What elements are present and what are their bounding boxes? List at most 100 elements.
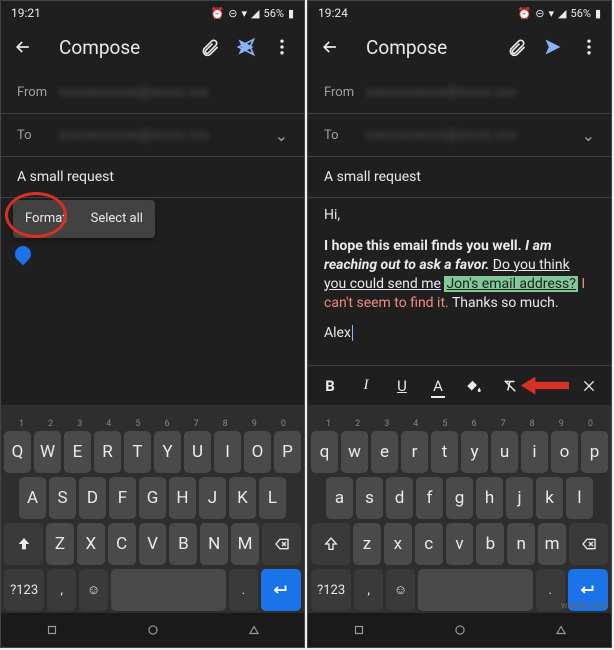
key-backspace[interactable] [569,523,608,565]
key-w[interactable]: w [341,431,368,473]
key-space[interactable] [418,569,533,611]
key-z[interactable]: z [353,523,381,565]
key-u[interactable]: u [491,431,518,473]
format-bold-button[interactable]: B [312,368,348,404]
key-r[interactable]: r [401,431,428,473]
key-x[interactable]: x [384,523,412,565]
key-n[interactable]: N [200,523,228,565]
key-y[interactable]: y [461,431,488,473]
send-icon[interactable] [228,29,264,65]
key-emoji[interactable]: ☺ [79,569,108,611]
key-o[interactable]: o [551,431,578,473]
more-icon[interactable] [264,29,300,65]
key-r[interactable]: R [94,431,121,473]
key-f[interactable]: F [109,477,136,519]
key-j[interactable]: j [506,477,533,519]
key-k[interactable]: K [229,477,256,519]
key-a[interactable]: A [19,477,46,519]
key-l[interactable]: l [566,477,593,519]
key-h[interactable]: H [169,477,196,519]
key-p[interactable]: p [581,431,608,473]
key-d[interactable]: d [386,477,413,519]
key-backspace[interactable] [262,523,301,565]
key-comma[interactable]: , [354,569,383,611]
ctx-format[interactable]: Format [13,200,79,238]
key-emoji[interactable]: ☺ [386,569,415,611]
key-q[interactable]: Q [4,431,31,473]
key-o[interactable]: O [244,431,271,473]
subject-field[interactable]: A small request [308,157,611,197]
key-comma[interactable]: , [47,569,76,611]
key-v[interactable]: V [139,523,167,565]
key-space[interactable] [111,569,226,611]
key-symbols[interactable]: ?123 [4,569,44,611]
nav-recent-icon[interactable] [551,620,571,640]
format-fill-color-button[interactable] [456,368,492,404]
more-icon[interactable] [571,29,607,65]
body-field[interactable]: Hi, I hope this email finds you well. I … [308,198,611,365]
key-enter[interactable] [261,569,301,611]
nav-home-icon[interactable] [450,620,470,640]
key-q[interactable]: q [311,431,338,473]
key-s[interactable]: s [356,477,383,519]
key-symbols[interactable]: ?123 [311,569,351,611]
app-bar: Compose [308,23,611,71]
back-icon[interactable] [5,29,41,65]
format-text-color-button[interactable]: A [420,368,456,404]
key-l[interactable]: L [259,477,286,519]
key-v[interactable]: v [446,523,474,565]
key-j[interactable]: J [199,477,226,519]
nav-recent-icon[interactable] [244,620,264,640]
key-z[interactable]: Z [46,523,74,565]
key-p[interactable]: P [274,431,301,473]
key-shift[interactable] [311,523,350,565]
back-icon[interactable] [312,29,348,65]
format-italic-button[interactable]: I [348,368,384,404]
key-t[interactable]: T [124,431,151,473]
format-underline-button[interactable]: U [384,368,420,404]
attach-icon[interactable] [192,29,228,65]
key-a[interactable]: a [326,477,353,519]
key-e[interactable]: e [371,431,398,473]
key-n[interactable]: n [507,523,535,565]
nav-back-icon[interactable] [349,620,369,640]
ctx-select-all[interactable]: Select all [79,200,155,238]
chevron-down-icon[interactable]: ⌄ [582,126,595,145]
key-shift[interactable] [4,523,43,565]
body-field[interactable]: Format Select all [1,198,304,405]
key-d[interactable]: D [79,477,106,519]
from-row[interactable]: From xxxxxxxxxxxx@xxxxx.xxx [308,71,611,113]
key-c[interactable]: C [108,523,136,565]
attach-icon[interactable] [499,29,535,65]
key-period[interactable]: . [229,569,258,611]
key-c[interactable]: c [415,523,443,565]
format-close-button[interactable] [571,368,607,404]
key-m[interactable]: M [231,523,259,565]
key-g[interactable]: G [139,477,166,519]
key-e[interactable]: E [64,431,91,473]
key-k[interactable]: k [536,477,563,519]
key-x[interactable]: X [77,523,105,565]
key-u[interactable]: U [184,431,211,473]
key-w[interactable]: W [34,431,61,473]
key-y[interactable]: Y [154,431,181,473]
chevron-down-icon[interactable]: ⌄ [275,126,288,145]
from-row[interactable]: From xxxxxxxxxxxx@xxxxx.xxx [1,71,304,113]
key-g[interactable]: g [446,477,473,519]
key-h[interactable]: h [476,477,503,519]
key-b[interactable]: b [476,523,504,565]
key-t[interactable]: t [431,431,458,473]
subject-field[interactable]: A small request [1,157,304,197]
key-i[interactable]: I [214,431,241,473]
cursor-handle-icon[interactable] [12,243,35,266]
nav-home-icon[interactable] [143,620,163,640]
key-m[interactable]: m [538,523,566,565]
to-row[interactable]: To xxxxxxxxxxxx@xxxxx.xxx ⌄ [1,114,304,156]
key-s[interactable]: S [49,477,76,519]
key-f[interactable]: f [416,477,443,519]
to-row[interactable]: To xxxxxxxxxxxx@xxxxx.xxx ⌄ [308,114,611,156]
send-icon[interactable] [535,29,571,65]
key-b[interactable]: B [169,523,197,565]
key-i[interactable]: i [521,431,548,473]
nav-back-icon[interactable] [42,620,62,640]
